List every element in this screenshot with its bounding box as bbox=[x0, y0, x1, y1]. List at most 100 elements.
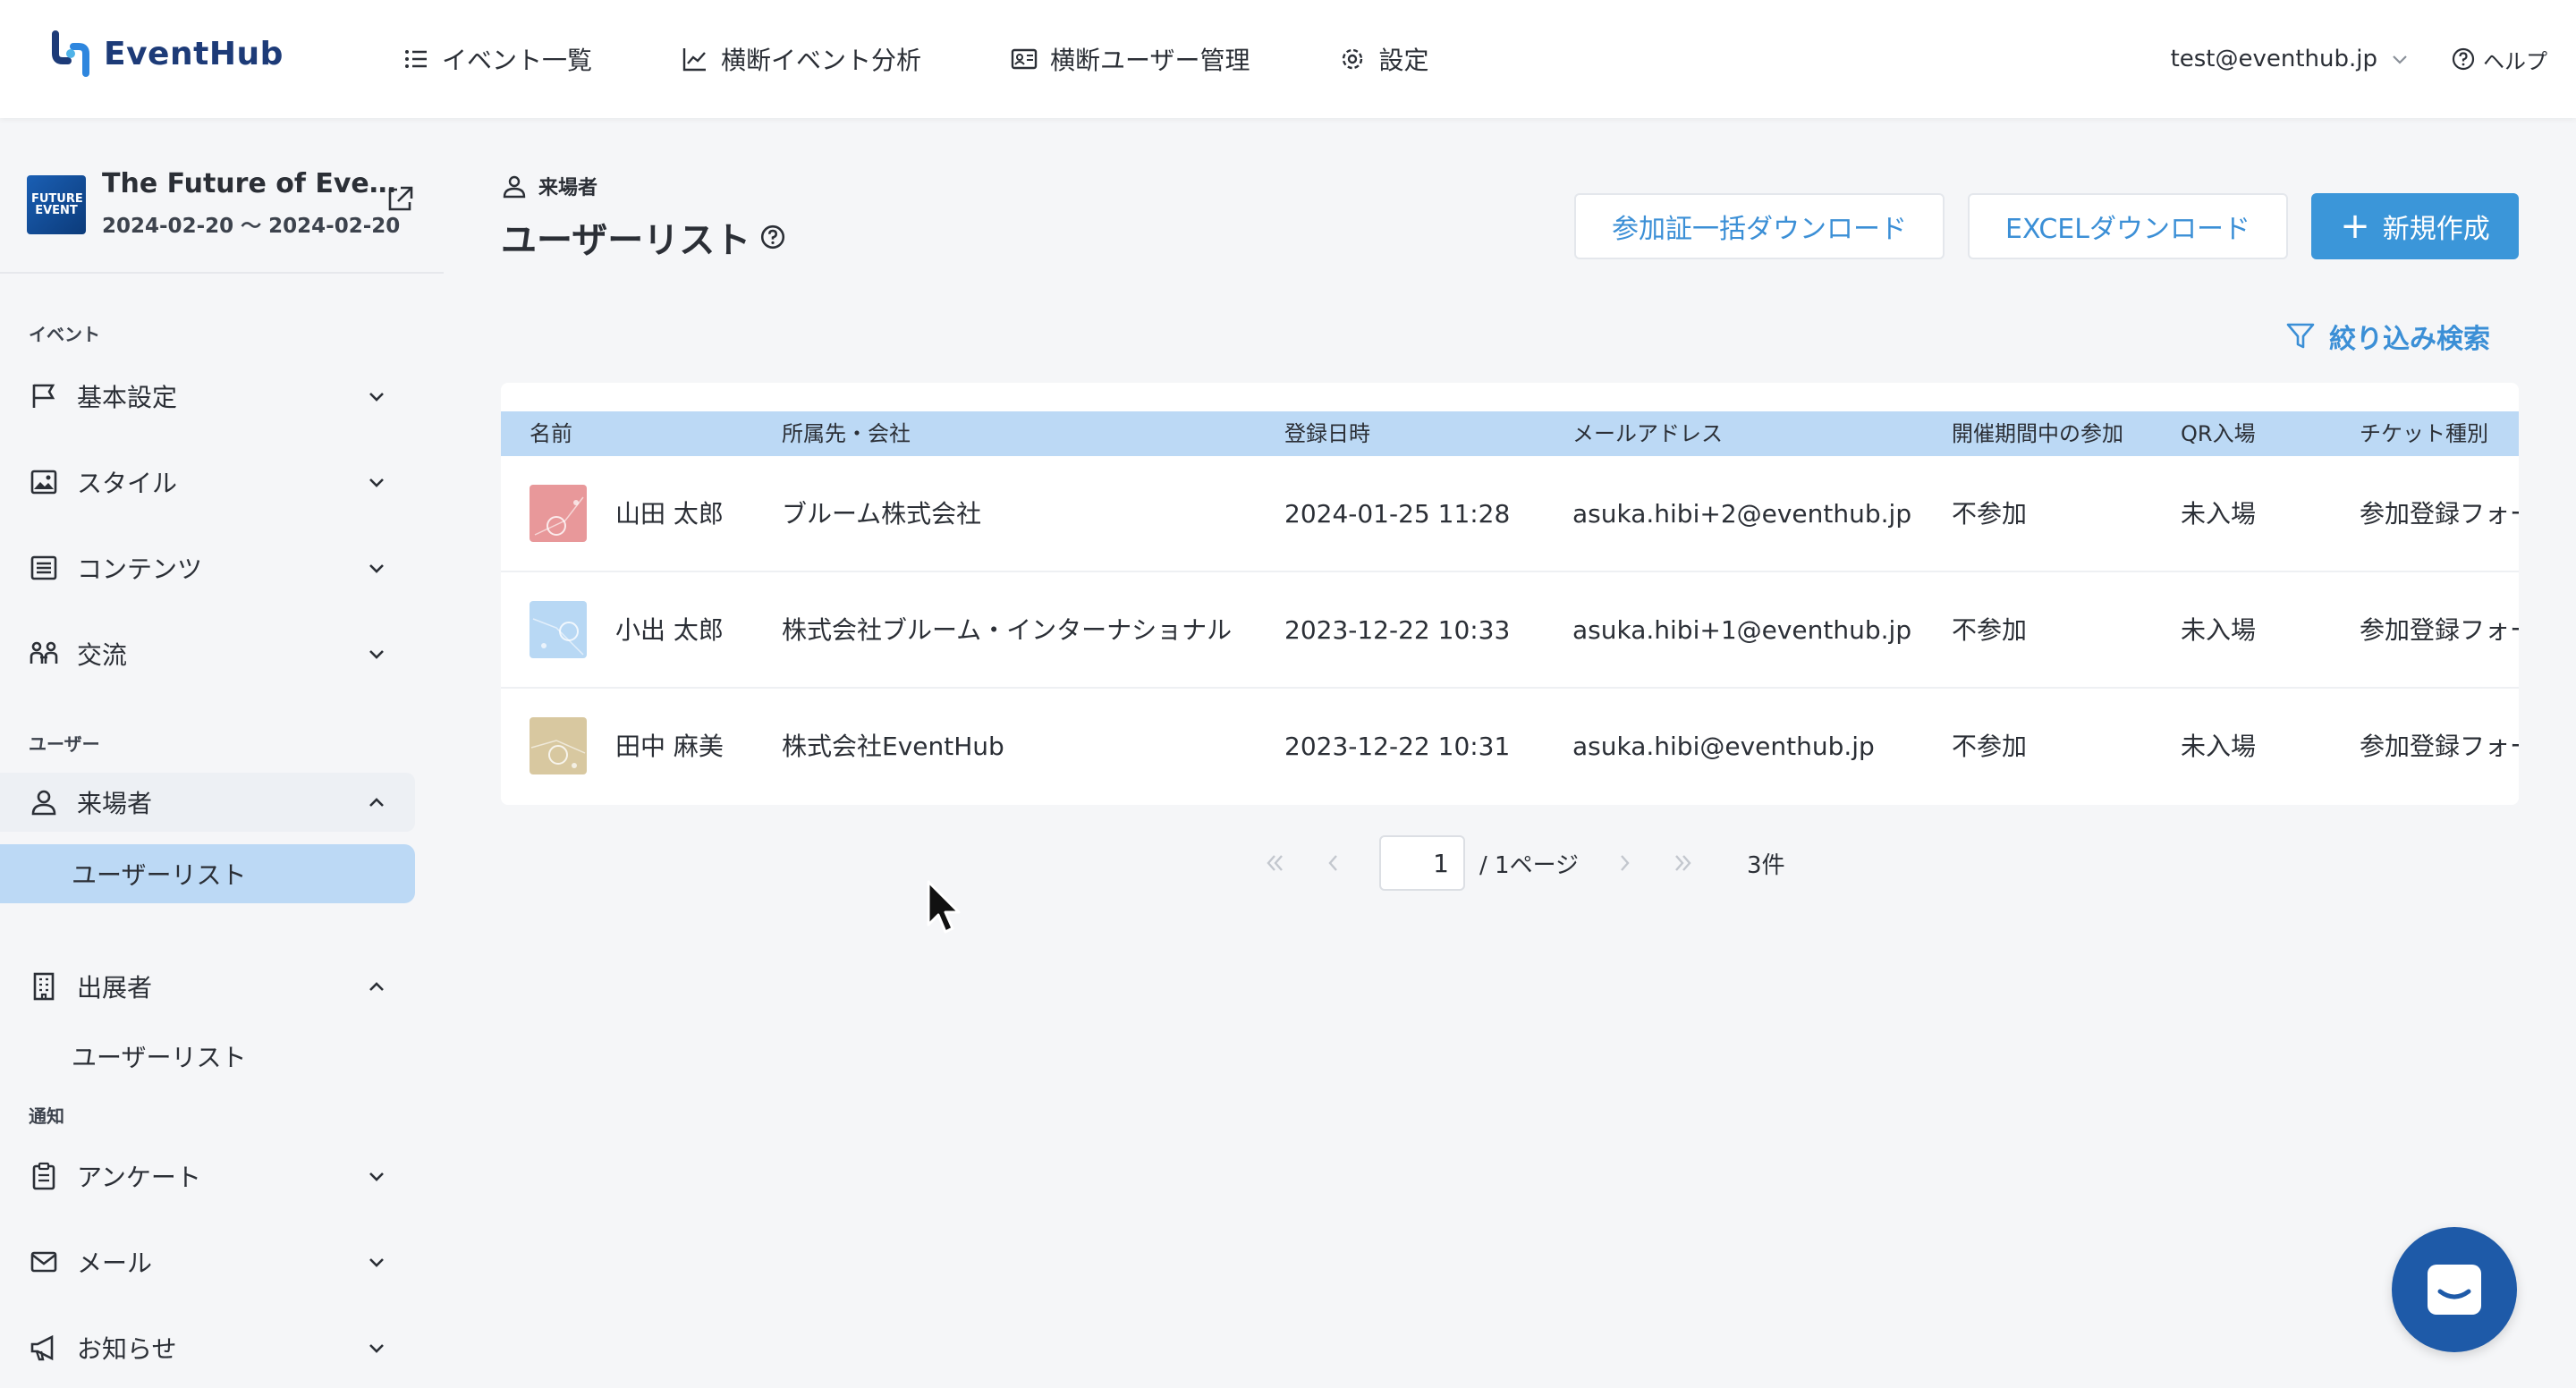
avatar-pattern-icon bbox=[532, 618, 584, 656]
question-circle-icon bbox=[2452, 47, 2475, 71]
networking-icon bbox=[30, 641, 58, 664]
avatar bbox=[530, 485, 587, 542]
event-thumbnail: FUTURE EVENT bbox=[27, 175, 86, 234]
table-row[interactable]: 小出 太郎 株式会社ブルーム・インターナショナル 2023-12-22 10:3… bbox=[501, 572, 2519, 689]
sidebar-item-news-label: お知らせ bbox=[77, 1334, 177, 1364]
page-number-input[interactable] bbox=[1379, 835, 1465, 891]
pagination: / 1ページ 3件 bbox=[1261, 835, 1785, 891]
nav-settings[interactable]: 設定 bbox=[1339, 41, 1429, 77]
user-icon bbox=[503, 175, 526, 199]
app-logo[interactable]: EventHub bbox=[48, 30, 284, 77]
sidebar-item-exchange[interactable]: 交流 bbox=[0, 624, 415, 683]
column-header-email[interactable]: メールアドレス bbox=[1572, 411, 1723, 456]
column-header-qr-entry[interactable]: QR入場 bbox=[2181, 411, 2256, 456]
list-icon bbox=[405, 50, 427, 68]
building-icon bbox=[33, 972, 55, 1001]
avatar bbox=[530, 717, 587, 774]
sidebar-item-basic-settings[interactable]: 基本設定 bbox=[0, 367, 415, 426]
sidebar-item-style[interactable]: スタイル bbox=[0, 453, 415, 512]
sidebar: FUTURE EVENT The Future of Eve… 2024-02-… bbox=[0, 118, 444, 1388]
previous-page-icon[interactable] bbox=[1320, 850, 1347, 876]
cell-name: 小出 太郎 bbox=[615, 615, 724, 645]
sidebar-item-survey[interactable]: アンケート bbox=[0, 1147, 415, 1206]
column-header-ticket-type[interactable]: チケット種別 bbox=[2360, 411, 2488, 456]
cell-name: 田中 麻美 bbox=[615, 732, 724, 761]
sidebar-item-exhibitors-label: 出展者 bbox=[77, 973, 153, 1003]
chevron-down-icon bbox=[369, 478, 384, 487]
total-pages: / 1ページ bbox=[1479, 851, 1580, 879]
sidebar-item-style-label: スタイル bbox=[77, 469, 178, 498]
table-row[interactable]: 田中 麻美 株式会社EventHub 2023-12-22 10:31 asuk… bbox=[501, 689, 2519, 805]
nav-cross-user-management[interactable]: 横断ユーザー管理 bbox=[1011, 41, 1250, 77]
column-header-registered[interactable]: 登録日時 bbox=[1284, 411, 1370, 456]
gear-icon bbox=[1343, 48, 1363, 70]
page-title-text: ユーザーリスト bbox=[501, 220, 751, 261]
sidebar-item-visitors[interactable]: 来場者 bbox=[0, 773, 415, 832]
create-new-button[interactable]: + 新規作成 bbox=[2311, 193, 2519, 259]
cell-company: ブルーム株式会社 bbox=[782, 499, 982, 529]
filter-search-button[interactable]: 絞り込み検索 bbox=[2284, 317, 2490, 356]
bulk-download-badges-button[interactable]: 参加証一括ダウンロード bbox=[1574, 193, 1945, 259]
event-dates: 2024-02-20 〜 2024-02-20 bbox=[102, 215, 401, 238]
next-page-icon[interactable] bbox=[1611, 850, 1638, 876]
header-right: test@eventhub.jp ヘルプ bbox=[2171, 0, 2547, 118]
sidebar-item-contents-label: コンテンツ bbox=[77, 554, 203, 584]
event-title: The Future of Eve… bbox=[102, 168, 396, 199]
sidebar-item-mail-label: メール bbox=[77, 1248, 153, 1278]
sidebar-item-exhibitors[interactable]: 出展者 bbox=[0, 957, 415, 1016]
cell-ticket-type: 参加登録フォー bbox=[2360, 732, 2519, 761]
column-header-participation[interactable]: 開催期間中の参加 bbox=[1952, 411, 2123, 456]
help-link[interactable]: ヘルプ bbox=[2451, 44, 2547, 75]
nav-event-list[interactable]: イベント一覧 bbox=[402, 41, 592, 77]
nav-cross-event-analysis-label: 横断イベント分析 bbox=[721, 46, 922, 75]
current-event-card: FUTURE EVENT The Future of Eve… 2024-02-… bbox=[27, 168, 429, 239]
bulk-download-badges-label: 参加証一括ダウンロード bbox=[1612, 214, 1907, 245]
user-account-menu[interactable]: test@eventhub.jp bbox=[2171, 46, 2410, 72]
event-info: The Future of Eve… 2024-02-20 〜 2024-02-… bbox=[102, 168, 400, 239]
nav-settings-label: 設定 bbox=[1378, 46, 1429, 75]
column-header-company[interactable]: 所属先・会社 bbox=[782, 411, 911, 456]
cell-qr-entry: 未入場 bbox=[2181, 499, 2257, 529]
excel-download-button[interactable]: EXCELダウンロード bbox=[1968, 193, 2288, 259]
first-page-icon[interactable] bbox=[1261, 850, 1288, 876]
question-circle-icon[interactable] bbox=[759, 224, 786, 250]
top-navigation: イベント一覧 横断イベント分析 横断ユーザー管理 設定 bbox=[402, 0, 1519, 118]
section-label-event: イベント bbox=[29, 324, 100, 345]
sidebar-item-contents[interactable]: コンテンツ bbox=[0, 538, 415, 597]
cell-participation: 不参加 bbox=[1952, 732, 2028, 761]
filter-search-label: 絞り込み検索 bbox=[2329, 324, 2490, 355]
sidebar-item-mail[interactable]: メール bbox=[0, 1232, 415, 1291]
external-link-icon[interactable] bbox=[385, 184, 415, 215]
chevron-up-icon bbox=[369, 982, 384, 991]
sidebar-item-exchange-label: 交流 bbox=[77, 640, 128, 670]
last-page-icon[interactable] bbox=[1670, 850, 1697, 876]
chevron-down-icon bbox=[369, 1172, 384, 1181]
table-row[interactable]: 山田 太郎 ブルーム株式会社 2024-01-25 11:28 asuka.hi… bbox=[501, 456, 2519, 572]
help-label: ヘルプ bbox=[2483, 48, 2547, 74]
result-count: 3件 bbox=[1747, 851, 1785, 879]
nav-cross-event-analysis[interactable]: 横断イベント分析 bbox=[682, 41, 921, 77]
app-name: EventHub bbox=[104, 35, 284, 72]
chevron-down-icon bbox=[369, 1344, 384, 1353]
cell-participation: 不参加 bbox=[1952, 615, 2028, 645]
eventhub-logo-icon bbox=[52, 30, 89, 77]
cell-email: asuka.hibi+1@eventhub.jp bbox=[1572, 615, 1912, 645]
chevron-down-icon bbox=[369, 393, 384, 402]
column-header-name[interactable]: 名前 bbox=[530, 411, 572, 456]
sidebar-divider bbox=[0, 272, 444, 274]
sidebar-subitem-exhibitors-userlist[interactable]: ユーザーリスト bbox=[0, 1027, 415, 1086]
sidebar-item-basic-settings-label: 基本設定 bbox=[77, 383, 178, 412]
mouse-cursor-icon bbox=[927, 880, 961, 934]
sidebar-item-survey-label: アンケート bbox=[77, 1163, 201, 1192]
cell-registered: 2024-01-25 11:28 bbox=[1284, 499, 1511, 529]
cell-participation: 不参加 bbox=[1952, 499, 2028, 529]
cell-company: 株式会社ブルーム・インターナショナル bbox=[782, 615, 1233, 645]
sidebar-item-news[interactable]: お知らせ bbox=[0, 1318, 415, 1377]
list-box-icon bbox=[30, 555, 57, 580]
event-thumbnail-text: FUTURE EVENT bbox=[31, 192, 83, 217]
envelope-icon bbox=[30, 1251, 57, 1273]
chat-support-button[interactable] bbox=[2392, 1227, 2517, 1352]
megaphone-icon bbox=[30, 1334, 54, 1361]
cell-company: 株式会社EventHub bbox=[782, 732, 1004, 761]
sidebar-subitem-visitors-userlist[interactable]: ユーザーリスト bbox=[0, 844, 415, 903]
